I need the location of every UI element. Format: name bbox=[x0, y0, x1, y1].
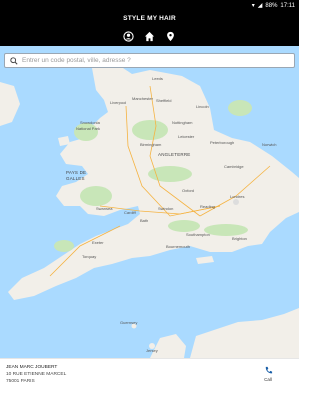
search-input[interactable] bbox=[22, 54, 282, 67]
map-label-oxford: Oxford bbox=[182, 188, 195, 193]
map-label-galles: GALLES bbox=[66, 176, 85, 181]
map-label-nottingham: Nottingham bbox=[172, 120, 193, 125]
map-label-jersey: Jersey bbox=[146, 348, 158, 353]
wifi-icon: ▾ bbox=[251, 3, 255, 9]
map-label-pays-de: PAYS DE bbox=[66, 170, 87, 175]
map-label-leicester: Leicester bbox=[178, 134, 195, 139]
map-label-snowdonia: Snowdonia bbox=[80, 120, 100, 125]
map-label-lincoln: Lincoln bbox=[196, 104, 209, 109]
map-label-bournemouth: Bournemouth bbox=[166, 244, 191, 249]
map-label-exeter: Exeter bbox=[92, 240, 104, 245]
map-label-brighton: Brighton bbox=[232, 236, 247, 241]
call-label: Call bbox=[264, 377, 272, 382]
map-land bbox=[0, 66, 299, 358]
search-bar[interactable] bbox=[4, 53, 295, 68]
clock: 17:11 bbox=[280, 3, 295, 9]
map-label-norwich: Norwich bbox=[262, 142, 277, 147]
salon-city: 75001 PARIS bbox=[6, 379, 35, 384]
salon-info-panel[interactable]: JEAN MARC JOUBERT 10 RUE ETIENNE MARCEL … bbox=[0, 358, 299, 400]
map-label-bath: Bath bbox=[140, 218, 149, 223]
map-label-peterborough: Peterborough bbox=[210, 140, 235, 145]
home-icon[interactable] bbox=[144, 30, 156, 42]
signal-icon: ◢ bbox=[257, 3, 263, 9]
salon-address: 10 RUE ETIENNE MARCEL bbox=[6, 372, 67, 377]
map-label-guernsey: Guernsey bbox=[120, 320, 138, 325]
map-label-national-park: National Park bbox=[76, 126, 101, 131]
map-label-cambridge: Cambridge bbox=[224, 164, 244, 169]
map-label-angleterre: ANGLETERRE bbox=[158, 152, 191, 157]
app-title: STYLE MY HAIR bbox=[123, 15, 176, 22]
map-label-liverpool: Liverpool bbox=[110, 100, 127, 105]
location-pin-icon[interactable] bbox=[165, 30, 177, 42]
map-view[interactable]: Leeds Liverpool Manchester Sheffield Lin… bbox=[0, 46, 299, 358]
call-button[interactable]: Call bbox=[258, 366, 278, 390]
map-label-london: Londres bbox=[230, 194, 245, 199]
app-header: STYLE MY HAIR bbox=[0, 12, 299, 46]
map-label-manchester: Manchester bbox=[132, 96, 153, 101]
map-label-reading: Reading bbox=[200, 204, 215, 209]
salon-name: JEAN MARC JOUBERT bbox=[6, 365, 58, 370]
battery-level: 88% bbox=[265, 3, 278, 9]
map-label-leeds: Leeds bbox=[152, 76, 163, 81]
search-icon bbox=[10, 56, 18, 65]
phone-icon bbox=[265, 366, 272, 374]
map-label-cardiff: Cardiff bbox=[124, 210, 136, 215]
map-label-swindon: Swindon bbox=[158, 206, 174, 211]
map-label-southampton: Southampton bbox=[186, 232, 210, 237]
profile-icon[interactable] bbox=[123, 30, 135, 42]
nav-bar bbox=[0, 29, 299, 43]
map-label-sheffield: Sheffield bbox=[156, 98, 172, 103]
map-label-torquay: Torquay bbox=[82, 254, 97, 259]
map-label-swansea: Swansea bbox=[96, 206, 113, 211]
map-label-birmingham: Birmingham bbox=[140, 142, 162, 147]
status-bar: ▾ ◢ 88% 17:11 bbox=[0, 0, 299, 12]
